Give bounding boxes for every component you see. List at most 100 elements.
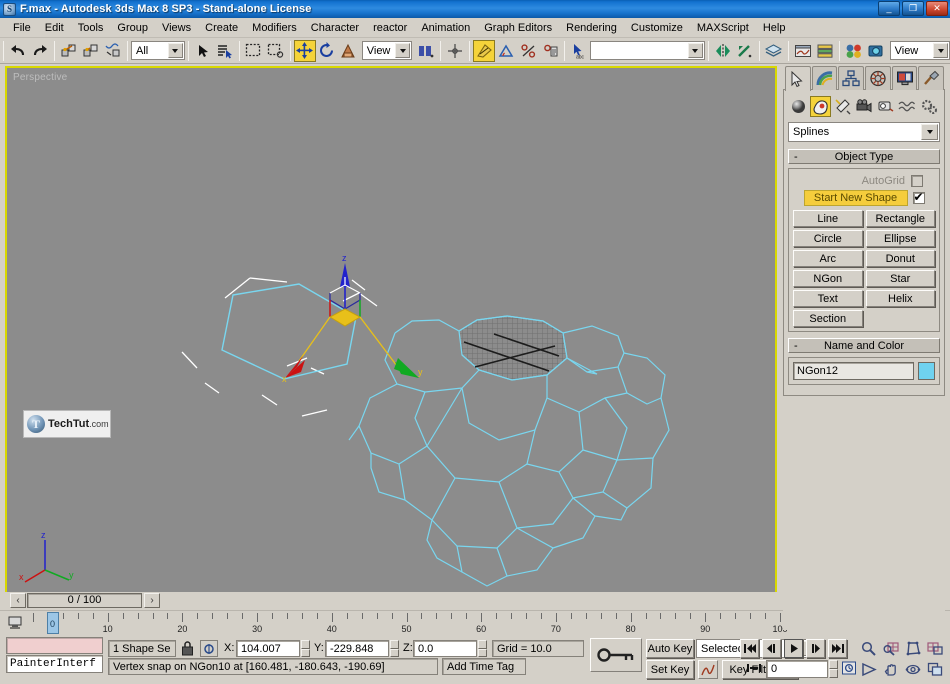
menu-graph-editors[interactable]: Graph Editors [477,20,559,36]
create-tab[interactable] [785,66,811,91]
rollout-collapse-icon[interactable]: - [794,340,798,352]
close-button[interactable]: ✕ [926,1,948,16]
z-spinner[interactable] [478,640,487,657]
menu-modifiers[interactable]: Modifiers [245,20,304,36]
ngon-button[interactable]: NGon [793,270,863,287]
x-spinner[interactable] [301,640,310,657]
menu-file[interactable]: File [6,20,38,36]
chevron-down-icon[interactable] [688,43,703,58]
set-key-button[interactable]: Set Key [646,660,694,679]
time-prev-button[interactable]: ‹ [10,593,26,608]
ellipse-button[interactable]: Ellipse [866,230,936,247]
menu-tools[interactable]: Tools [71,20,111,36]
time-slider-handle[interactable]: 0 [47,612,59,634]
pan-icon[interactable] [880,659,901,680]
unlink-selection-icon[interactable] [80,40,102,62]
zoom-all-icon[interactable] [880,638,901,659]
named-selection-sets-icon[interactable]: abc [568,40,590,62]
menu-create[interactable]: Create [198,20,245,36]
motion-tab[interactable] [865,66,891,90]
menu-group[interactable]: Group [110,20,155,36]
select-by-name-icon[interactable] [214,40,236,62]
tape-helper-icon[interactable] [875,96,896,117]
helix-button[interactable]: Helix [866,290,936,307]
field-of-view-icon[interactable] [858,659,879,680]
named-selection-sets-combo[interactable] [590,41,704,60]
object-color-swatch[interactable] [918,362,935,380]
zoom-region-icon[interactable] [924,638,945,659]
menu-rendering[interactable]: Rendering [559,20,624,36]
select-and-rotate-icon[interactable] [316,40,338,62]
section-button[interactable]: Section [793,310,863,327]
menu-views[interactable]: Views [155,20,198,36]
select-and-uniform-scale-icon[interactable] [338,40,360,62]
selection-filter-combo[interactable]: All [131,41,185,60]
y-coordinate-input[interactable]: -229.848 [325,640,389,657]
light-icon[interactable] [832,96,853,117]
utilities-tab[interactable] [918,66,944,90]
display-tab[interactable] [892,66,918,90]
key-mode-toggle-icon[interactable] [590,638,642,672]
modify-tab[interactable] [812,66,838,90]
frame-number-input[interactable]: 0 [766,660,828,678]
star-button[interactable]: Star [866,270,936,287]
maxscript-mini-listener[interactable] [6,637,103,654]
gears-icon[interactable] [919,96,940,117]
default-in-out-tangent-icon[interactable] [698,660,718,679]
circle-button[interactable]: Circle [793,230,863,247]
select-and-move-icon[interactable] [294,40,316,62]
layer-manager-icon[interactable] [763,40,785,62]
time-next-button[interactable]: › [144,593,160,608]
z-coordinate-input[interactable]: 0.0 [413,640,477,657]
mirror-icon[interactable] [712,40,734,62]
object-type-rollout-header[interactable]: - Object Type [788,149,940,164]
menu-maxscript[interactable]: MAXScript [690,20,756,36]
go-to-end-button[interactable] [828,639,847,658]
menu-customize[interactable]: Customize [624,20,690,36]
y-spinner[interactable] [390,640,399,657]
zoom-extents-icon[interactable] [902,638,923,659]
start-new-shape-checkbox[interactable] [913,192,925,204]
align-icon[interactable] [734,40,756,62]
next-frame-button[interactable] [806,639,825,658]
autogrid-checkbox[interactable] [911,175,923,187]
window-crossing-icon[interactable] [265,40,287,62]
menu-reactor[interactable]: reactor [366,20,414,36]
previous-frame-button[interactable] [762,639,781,658]
render-type-combo[interactable]: View [890,41,950,60]
select-and-manipulate-icon[interactable] [444,40,466,62]
track-bar-ruler[interactable]: 102030405060708090100 [33,613,780,635]
x-coordinate-input[interactable]: 104.007 [236,640,300,657]
move-gizmo[interactable]: z x [282,253,423,384]
object-name-input[interactable]: NGon12 [793,362,914,380]
key-mode-icon[interactable] [746,660,762,676]
percent-snap-toggle-icon[interactable] [517,40,539,62]
frame-spinner[interactable] [829,660,838,678]
shapes-icon[interactable] [810,96,831,117]
select-object-icon[interactable] [192,40,214,62]
auto-key-button[interactable]: Auto Key [646,639,694,658]
maxscript-prompt[interactable]: PainterInterf [6,655,103,673]
wave-icon[interactable] [897,96,918,117]
chevron-down-icon[interactable] [168,43,183,58]
time-configuration-icon[interactable] [841,660,857,677]
name-and-color-rollout-header[interactable]: - Name and Color [788,338,940,353]
rollout-collapse-icon[interactable]: - [794,151,798,163]
add-time-tag-field[interactable]: Add Time Tag [442,658,526,675]
current-frame-field[interactable]: 0 / 100 [27,593,142,608]
open-mini-curve-editor-icon[interactable] [6,614,24,632]
spinner-snap-toggle-icon[interactable] [539,40,561,62]
hierarchy-tab[interactable] [838,66,864,90]
line-button[interactable]: Line [793,210,863,227]
select-and-link-icon[interactable] [58,40,80,62]
rectangular-selection-region-icon[interactable] [243,40,265,62]
text-button[interactable]: Text [793,290,863,307]
menu-help[interactable]: Help [756,20,793,36]
arc-button[interactable]: Arc [793,250,863,267]
go-to-start-button[interactable] [740,639,759,658]
render-scene-dialog-icon[interactable] [865,40,887,62]
play-animation-button[interactable] [784,639,803,658]
curve-editor-icon[interactable] [792,40,814,62]
menu-character[interactable]: Character [304,20,366,36]
snaps-toggle-icon[interactable] [473,40,495,62]
